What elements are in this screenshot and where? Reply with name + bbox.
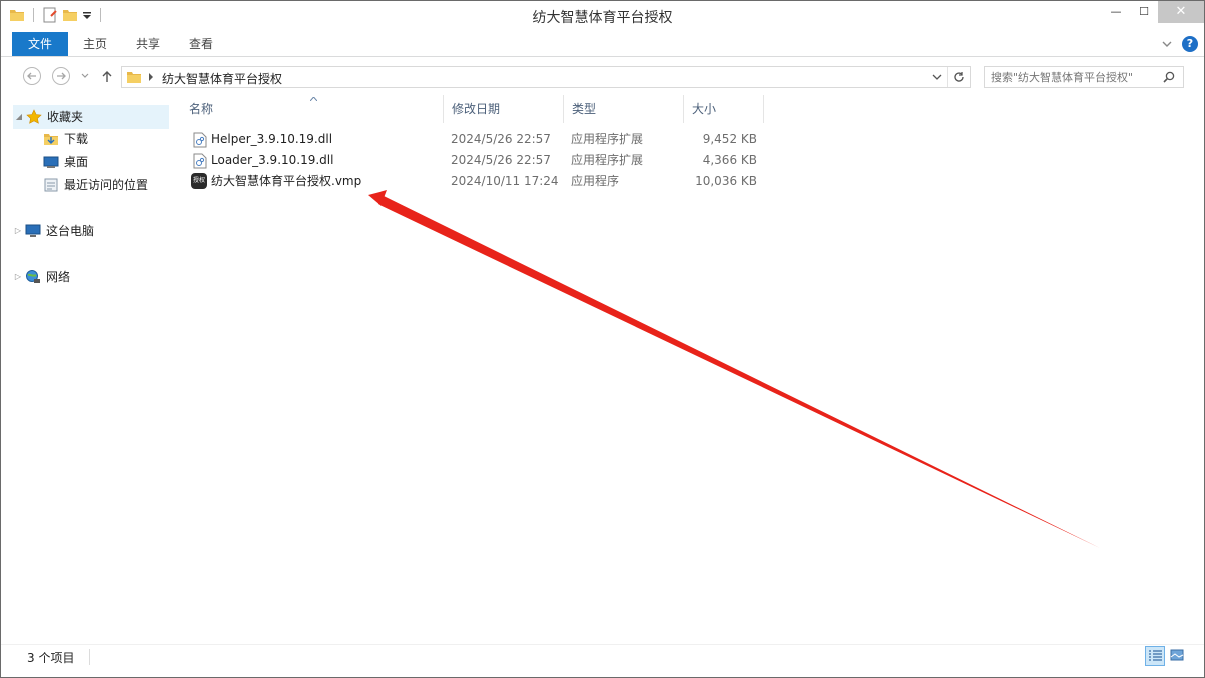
downloads-folder-icon xyxy=(44,134,58,145)
search-icon[interactable] xyxy=(1163,71,1175,83)
folder-icon xyxy=(127,72,141,83)
star-icon xyxy=(26,109,42,124)
file-row[interactable]: Loader_3.9.10.19.dll 2024/5/26 22:57 应用程… xyxy=(189,150,769,171)
collapse-expander-icon[interactable]: ◢ xyxy=(14,106,24,128)
nav-desktop[interactable]: 桌面 xyxy=(43,151,88,173)
search-box[interactable] xyxy=(984,66,1184,88)
maximize-button[interactable]: ☐ xyxy=(1130,1,1158,23)
tab-home[interactable]: 主页 xyxy=(71,32,119,56)
app-icon-label: 授权 xyxy=(192,177,205,184)
forward-button[interactable] xyxy=(52,67,70,85)
file-name: Helper_3.9.10.19.dll xyxy=(211,132,333,146)
breadcrumb-current-folder[interactable]: 纺大智慧体育平台授权 xyxy=(162,70,282,87)
file-date: 2024/5/26 22:57 xyxy=(451,153,551,167)
nav-downloads[interactable]: 下载 xyxy=(43,128,88,150)
desktop-icon xyxy=(43,156,59,168)
nav-desktop-label: 桌面 xyxy=(64,155,89,169)
forward-arrow-icon xyxy=(57,72,66,80)
file-date: 2024/5/26 22:57 xyxy=(451,132,551,146)
nav-this-pc-label: 这台电脑 xyxy=(46,224,95,238)
nav-network-label: 网络 xyxy=(46,270,71,284)
nav-network[interactable]: ▷ 网络 xyxy=(13,266,70,288)
address-bar[interactable]: 纺大智慧体育平台授权 xyxy=(121,66,971,88)
nav-favorites[interactable]: ◢ 收藏夹 xyxy=(13,105,169,129)
nav-this-pc[interactable]: ▷ 这台电脑 xyxy=(13,220,94,242)
file-type: 应用程序扩展 xyxy=(571,153,644,167)
details-view-icon xyxy=(1149,650,1162,661)
close-button[interactable]: ✕ xyxy=(1158,1,1204,23)
file-size: 10,036 KB xyxy=(695,174,757,188)
file-size: 9,452 KB xyxy=(702,132,757,146)
expand-expander-icon[interactable]: ▷ xyxy=(13,266,23,288)
large-icons-view-button[interactable] xyxy=(1168,646,1188,666)
breadcrumb-chevron-icon[interactable] xyxy=(148,73,154,81)
network-icon xyxy=(26,270,40,283)
file-type: 应用程序 xyxy=(571,174,620,188)
dll-file-icon xyxy=(193,132,207,148)
window-title: 纺大智慧体育平台授权 xyxy=(532,10,673,26)
title-bar: 纺大智慧体育平台授权 — ☐ ✕ xyxy=(1,1,1204,31)
ribbon-tabs: 文件 主页 共享 查看 ? xyxy=(1,32,1204,57)
explorer-window: 纺大智慧体育平台授权 — ☐ ✕ 文件 主页 共享 查看 ? 纺大智慧体育平台授… xyxy=(0,0,1205,678)
address-divider xyxy=(947,67,948,87)
item-count: 3 个项目 xyxy=(27,651,75,665)
column-header-name[interactable]: 名称 xyxy=(181,95,444,123)
computer-icon xyxy=(25,224,41,237)
tab-view[interactable]: 查看 xyxy=(177,32,225,56)
nav-recent-places[interactable]: 最近访问的位置 xyxy=(43,174,148,196)
file-list: 名称 修改日期 类型 大小 Helper_3.9.10.19.dll 2024/… xyxy=(181,95,1191,639)
file-row[interactable]: Helper_3.9.10.19.dll 2024/5/26 22:57 应用程… xyxy=(189,129,769,150)
details-view-button[interactable] xyxy=(1145,646,1165,666)
minimize-button[interactable]: — xyxy=(1102,1,1130,23)
nav-favorites-label: 收藏夹 xyxy=(47,110,84,124)
tab-share[interactable]: 共享 xyxy=(124,32,172,56)
ribbon-right-controls: ? xyxy=(1162,36,1198,52)
file-name: Loader_3.9.10.19.dll xyxy=(211,153,334,167)
back-arrow-icon xyxy=(27,72,36,80)
column-header-size[interactable]: 大小 xyxy=(684,95,764,123)
up-arrow-icon[interactable] xyxy=(101,70,113,83)
navigation-bar: 纺大智慧体育平台授权 xyxy=(1,57,1204,95)
back-button[interactable] xyxy=(23,67,41,85)
column-header-date[interactable]: 修改日期 xyxy=(444,95,564,123)
tab-file[interactable]: 文件 xyxy=(12,32,68,56)
expand-expander-icon[interactable]: ▷ xyxy=(13,220,23,242)
app-file-icon: 授权 xyxy=(191,173,207,189)
large-icons-view-icon xyxy=(1170,649,1184,661)
dll-file-icon xyxy=(193,153,207,169)
file-date: 2024/10/11 17:24 xyxy=(451,174,559,188)
search-input[interactable] xyxy=(985,67,1169,87)
status-divider xyxy=(89,649,90,665)
nav-recent-places-label: 最近访问的位置 xyxy=(64,178,149,192)
recent-locations-dropdown-icon[interactable] xyxy=(81,73,89,79)
file-size: 4,366 KB xyxy=(702,153,757,167)
refresh-icon[interactable] xyxy=(953,71,965,83)
status-bar: 3 个项目 xyxy=(1,644,1204,669)
navigation-pane: ◢ 收藏夹 下载 桌面 最近访问的位置 ▷ 这台电脑 ▷ 网络 xyxy=(13,101,171,639)
window-controls: — ☐ ✕ xyxy=(1102,1,1204,23)
help-button[interactable]: ? xyxy=(1182,36,1198,52)
recent-places-icon xyxy=(44,178,58,192)
file-row[interactable]: 授权 纺大智慧体育平台授权.vmp 2024/10/11 17:24 应用程序 … xyxy=(189,171,769,192)
nav-downloads-label: 下载 xyxy=(64,132,89,146)
column-header-type[interactable]: 类型 xyxy=(564,95,684,123)
view-switcher xyxy=(1145,646,1188,666)
expand-ribbon-icon[interactable] xyxy=(1162,40,1172,48)
file-type: 应用程序扩展 xyxy=(571,132,644,146)
address-history-dropdown-icon[interactable] xyxy=(932,73,942,81)
file-name: 纺大智慧体育平台授权.vmp xyxy=(211,174,362,188)
